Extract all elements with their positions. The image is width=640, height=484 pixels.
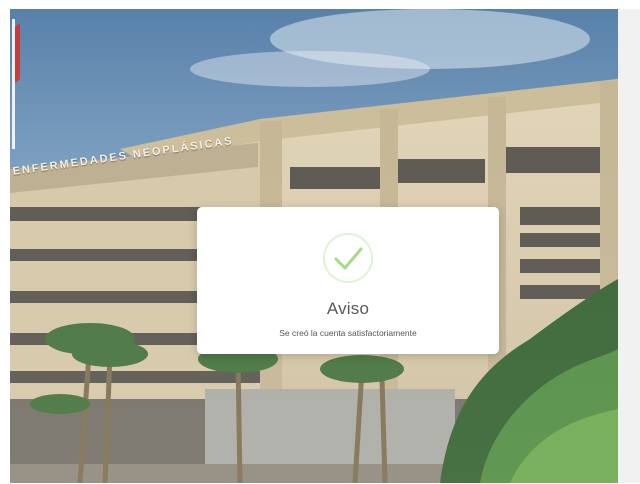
scrollbar-track[interactable] <box>618 9 640 483</box>
success-dialog: Aviso Se creó la cuenta satisfactoriamen… <box>197 207 499 354</box>
dialog-title: Aviso <box>326 299 370 318</box>
dialog-message: Se creó la cuenta satisfactoriamente <box>279 328 417 338</box>
check-icon <box>323 233 373 283</box>
